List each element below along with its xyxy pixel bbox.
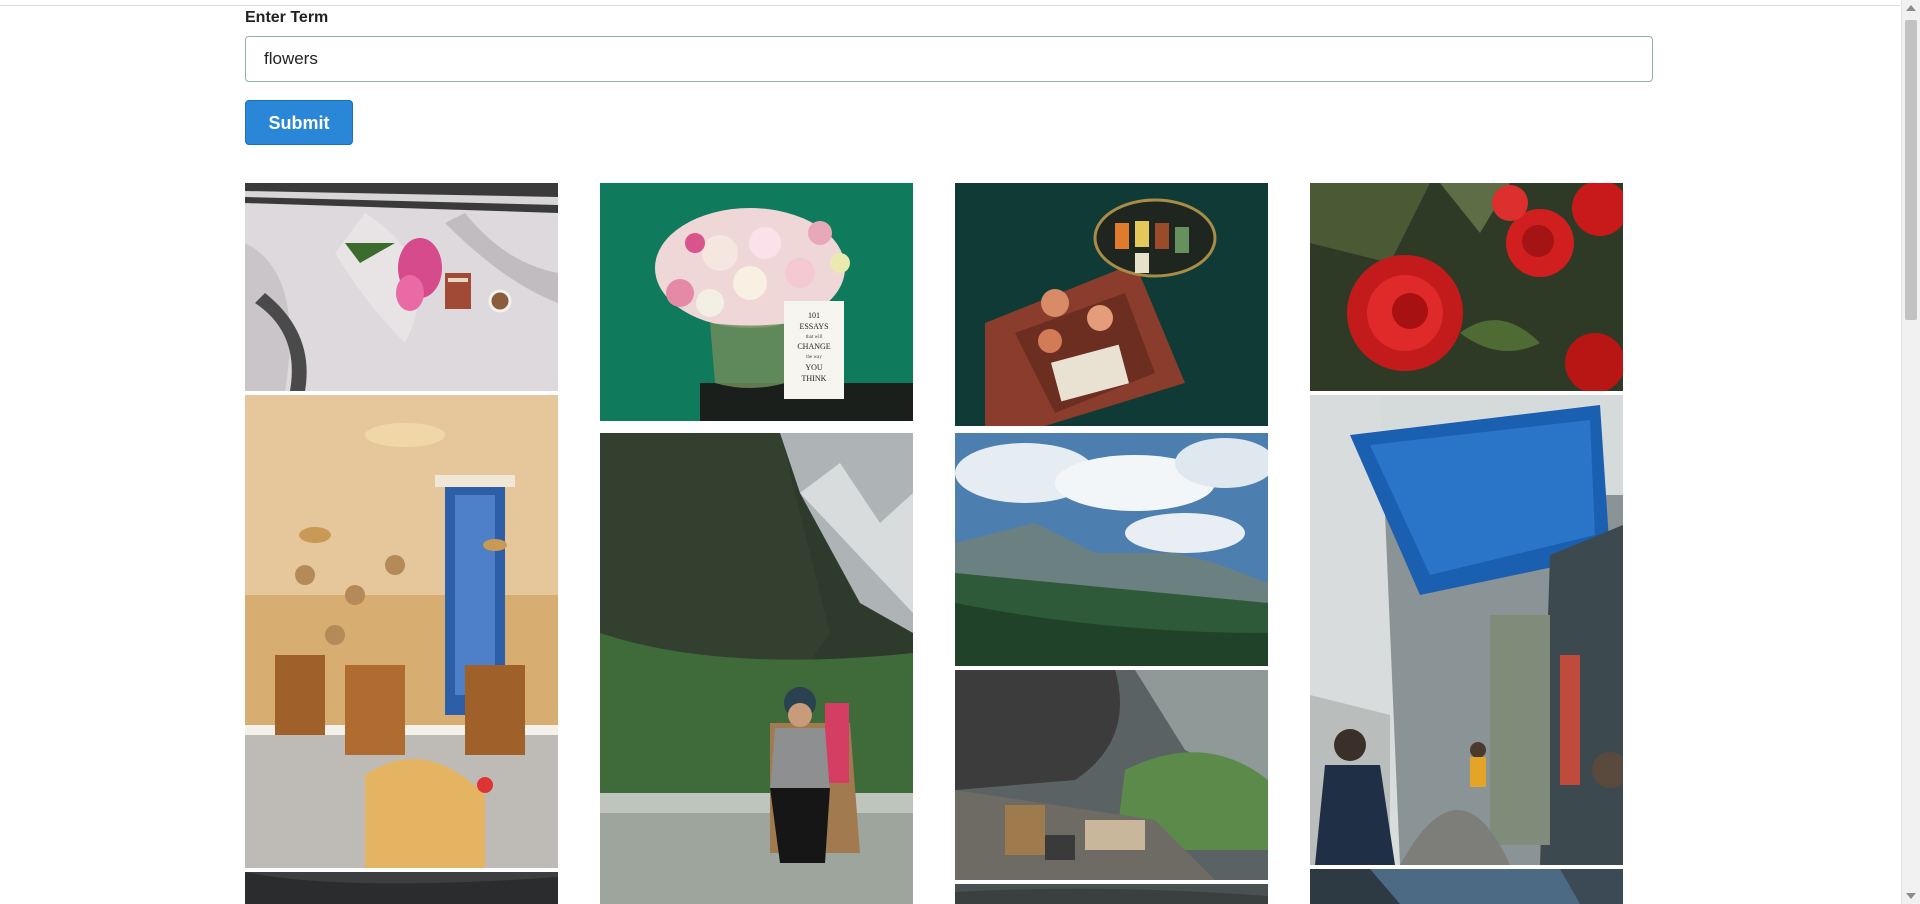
photo-bed-flowers[interactable] — [245, 183, 558, 391]
scroll-down-icon[interactable] — [1906, 893, 1916, 899]
photo-rock-camp[interactable] — [955, 670, 1268, 880]
photo-roses-threads[interactable] — [955, 183, 1268, 426]
svg-text:101: 101 — [808, 311, 820, 320]
svg-text:CHANGE: CHANGE — [797, 342, 830, 351]
photo-mountain-man[interactable] — [600, 433, 913, 904]
photo-dark-sky-2[interactable] — [955, 884, 1268, 904]
svg-text:that will: that will — [806, 335, 823, 340]
svg-text:YOU: YOU — [805, 363, 823, 372]
image-gallery: 101 ESSAYS that will CHANGE the way YOU … — [245, 183, 1625, 904]
submit-button[interactable]: Submit — [245, 100, 353, 145]
photo-dark-sky-1[interactable] — [245, 872, 558, 904]
photo-street-tarp[interactable] — [1310, 395, 1623, 865]
photo-bouquet-book[interactable]: 101 ESSAYS that will CHANGE the way YOU … — [600, 183, 913, 421]
scroll-up-icon[interactable] — [1906, 5, 1916, 11]
term-input[interactable]: flowers — [245, 36, 1653, 82]
top-border — [0, 0, 1900, 6]
photo-red-roses[interactable] — [1310, 183, 1623, 391]
term-label: Enter Term — [245, 9, 329, 26]
vertical-scrollbar[interactable] — [1901, 0, 1920, 904]
photo-cafe-interior[interactable] — [245, 395, 558, 868]
photo-cliff-sky[interactable] — [1310, 869, 1623, 904]
svg-text:the way: the way — [806, 355, 822, 360]
scrollbar-thumb[interactable] — [1905, 20, 1917, 320]
svg-text:THINK: THINK — [802, 374, 827, 383]
svg-text:ESSAYS: ESSAYS — [799, 322, 828, 331]
photo-mountain-sky[interactable] — [955, 433, 1268, 666]
search-form: Enter Term flowers Submit — [245, 8, 1655, 145]
